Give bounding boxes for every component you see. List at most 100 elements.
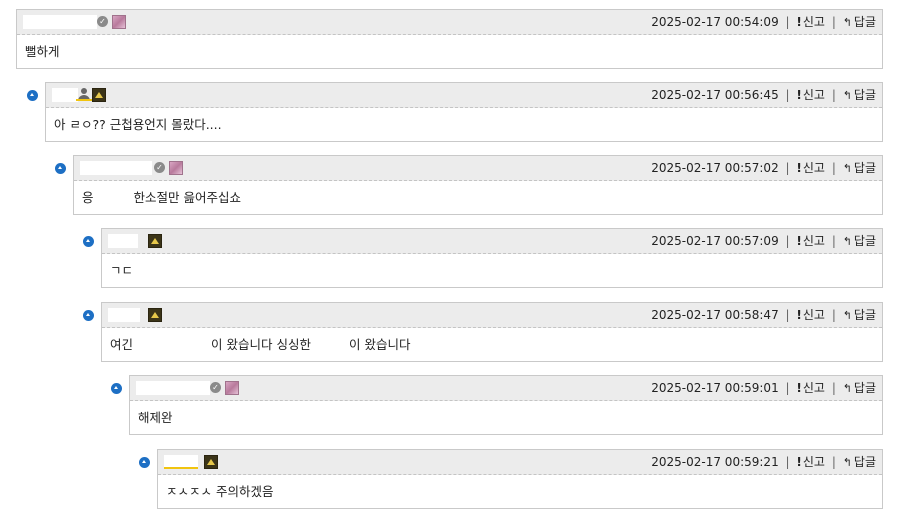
timestamp: 2025-02-17 00:58:47 — [651, 308, 779, 322]
separator: | — [785, 15, 790, 29]
comment: 2025-02-17 00:57:09 | !신고 | ↰ 답글 ㄱㄷ — [101, 228, 883, 288]
reply-label: 답글 — [853, 455, 876, 469]
comment-header: 2025-02-17 00:56:45 | !신고 | ↰ 답글 — [46, 83, 882, 108]
gold-avatar-icon — [148, 234, 162, 248]
reply-button[interactable]: ↰ 답글 — [843, 161, 876, 175]
report-icon: ! — [796, 15, 802, 29]
redacted-text — [93, 190, 134, 202]
collapse-up-icon[interactable] — [111, 383, 122, 394]
separator: | — [831, 234, 836, 248]
separator: | — [831, 455, 836, 469]
body-part: 이 왔습니다 — [348, 337, 411, 352]
redacted-text — [310, 337, 349, 349]
report-icon: ! — [796, 455, 802, 469]
report-button[interactable]: !신고 — [796, 15, 825, 29]
reply-button[interactable]: ↰ 답글 — [843, 88, 876, 102]
reply-icon: ↰ — [842, 309, 852, 322]
report-button[interactable]: !신고 — [796, 308, 825, 322]
report-label: 신고 — [802, 234, 825, 248]
redacted-text — [133, 337, 212, 349]
report-button[interactable]: !신고 — [796, 381, 825, 395]
collapse-up-icon[interactable] — [55, 163, 66, 174]
comment-header: 2025-02-17 00:59:21 | !신고 | ↰ 답글 — [158, 450, 882, 475]
reply-icon: ↰ — [842, 162, 852, 175]
report-icon: ! — [796, 381, 802, 395]
comment-meta: 2025-02-17 00:59:21 | !신고 | ↰ 답글 — [651, 450, 876, 474]
check-badge-icon: ✓ — [154, 162, 165, 173]
comment: 2025-02-17 00:59:21 | !신고 | ↰ 답글 ㅈㅅㅈㅅ 주의하… — [157, 449, 883, 509]
gold-avatar-icon — [148, 308, 162, 322]
separator: | — [831, 88, 836, 102]
report-button[interactable]: !신고 — [796, 88, 825, 102]
collapse-up-icon[interactable] — [139, 457, 150, 468]
nickname-redacted[interactable] — [23, 15, 97, 29]
reply-button[interactable]: ↰ 답글 — [843, 381, 876, 395]
collapse-up-icon[interactable] — [27, 90, 38, 101]
comment-body: 뻘하게 — [25, 44, 60, 59]
nickname-redacted[interactable] — [108, 308, 140, 322]
timestamp: 2025-02-17 00:59:01 — [651, 381, 779, 395]
separator: | — [785, 234, 790, 248]
timestamp: 2025-02-17 00:59:21 — [651, 455, 779, 469]
reply-icon: ↰ — [842, 16, 852, 29]
body-part: 이 왔습니다 싱싱한 — [211, 337, 311, 352]
report-label: 신고 — [802, 308, 825, 322]
nickname-redacted[interactable] — [108, 234, 138, 248]
comment-body: 해제완 — [138, 410, 173, 425]
report-label: 신고 — [802, 381, 825, 395]
reply-button[interactable]: ↰ 답글 — [843, 308, 876, 322]
report-label: 신고 — [802, 15, 825, 29]
nickname-redacted[interactable] — [136, 381, 210, 395]
nickname-redacted[interactable] — [164, 455, 198, 469]
reply-icon: ↰ — [842, 235, 852, 248]
comment-meta: 2025-02-17 00:59:01 | !신고 | ↰ 답글 — [651, 376, 876, 400]
reply-label: 답글 — [853, 308, 876, 322]
report-icon: ! — [796, 234, 802, 248]
reply-icon: ↰ — [842, 89, 852, 102]
separator: | — [831, 161, 836, 175]
report-icon: ! — [796, 308, 802, 322]
user-icon — [76, 88, 92, 101]
pink-avatar-icon — [112, 15, 126, 29]
separator: | — [831, 15, 836, 29]
comment-header: 2025-02-17 00:57:09 | !신고 | ↰ 답글 — [102, 229, 882, 254]
reply-button[interactable]: ↰ 답글 — [843, 234, 876, 248]
reply-label: 답글 — [853, 161, 876, 175]
nickname-redacted[interactable] — [80, 161, 152, 175]
timestamp: 2025-02-17 00:57:02 — [651, 161, 779, 175]
collapse-up-icon[interactable] — [83, 310, 94, 321]
reply-icon: ↰ — [842, 456, 852, 469]
comment-body: 아 ㄹㅇ?? 근첩용언지 몰랐다.... — [54, 117, 222, 132]
comment-meta: 2025-02-17 00:57:02 | !신고 | ↰ 답글 — [651, 156, 876, 180]
comment-meta: 2025-02-17 00:56:45 | !신고 | ↰ 답글 — [651, 83, 876, 107]
separator: | — [785, 455, 790, 469]
nickname-redacted[interactable] — [52, 88, 78, 102]
collapse-up-icon[interactable] — [83, 236, 94, 247]
comment-body: 응 한소절만 읊어주십쇼 — [74, 181, 882, 215]
report-button[interactable]: !신고 — [796, 161, 825, 175]
comment-meta: 2025-02-17 00:58:47 | !신고 | ↰ 답글 — [651, 303, 876, 327]
separator: | — [831, 308, 836, 322]
comment: ✓ 2025-02-17 00:54:09 | !신고 | ↰ 답글 뻘하게 — [16, 9, 883, 69]
comment: ✓ 2025-02-17 00:59:01 | !신고 | ↰ 답글 해제완 — [129, 375, 883, 435]
separator: | — [785, 381, 790, 395]
separator: | — [831, 381, 836, 395]
comment-body: ㄱㄷ — [110, 263, 134, 278]
report-icon: ! — [796, 88, 802, 102]
report-icon: ! — [796, 161, 802, 175]
comment-header: 2025-02-17 00:58:47 | !신고 | ↰ 답글 — [102, 303, 882, 328]
reply-button[interactable]: ↰ 답글 — [843, 15, 876, 29]
pink-avatar-icon — [169, 161, 183, 175]
report-button[interactable]: !신고 — [796, 234, 825, 248]
comment-header: ✓ 2025-02-17 00:57:02 | !신고 | ↰ 답글 — [74, 156, 882, 181]
reply-button[interactable]: ↰ 답글 — [843, 455, 876, 469]
gold-avatar-icon — [92, 88, 106, 102]
comment-meta: 2025-02-17 00:57:09 | !신고 | ↰ 답글 — [651, 229, 876, 253]
report-button[interactable]: !신고 — [796, 455, 825, 469]
separator: | — [785, 88, 790, 102]
reply-label: 답글 — [853, 15, 876, 29]
separator: | — [785, 308, 790, 322]
comment: 2025-02-17 00:56:45 | !신고 | ↰ 답글 아 ㄹㅇ?? 근… — [45, 82, 883, 142]
pink-avatar-icon — [225, 381, 239, 395]
check-badge-icon: ✓ — [210, 382, 221, 393]
